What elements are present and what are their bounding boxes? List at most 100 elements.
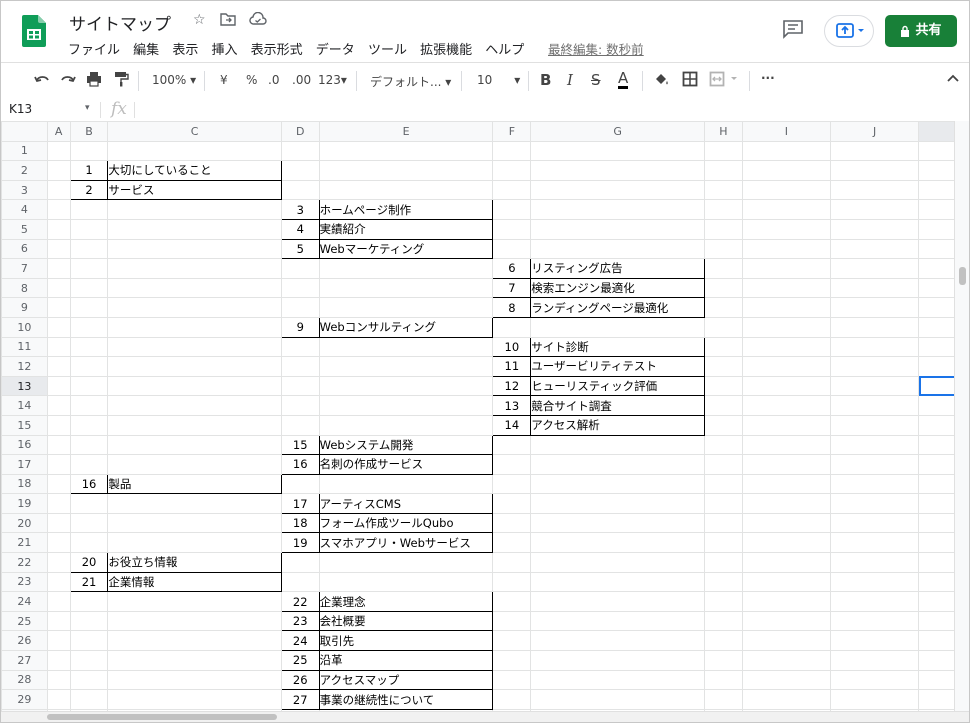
col-header-B[interactable]: B [69,121,109,142]
grid-cell[interactable] [741,218,832,240]
page-name-cell[interactable]: 企業情報 [107,571,282,593]
grid-cell[interactable] [703,610,743,632]
row-header[interactable]: 10 [1,316,48,338]
grid-cell[interactable] [703,336,743,358]
row-header[interactable]: 11 [1,336,48,358]
grid-cell[interactable] [280,473,320,495]
grid-cell[interactable] [492,140,532,162]
grid-cell[interactable] [492,160,532,181]
grid-cell[interactable] [492,316,532,338]
grid-cell[interactable] [280,552,320,573]
page-number-cell[interactable]: 20 [69,552,109,573]
page-name-cell[interactable]: 事業の継続性について [318,689,494,710]
merge-cells-icon[interactable] [709,71,739,91]
present-button[interactable] [824,15,874,47]
grid-cell[interactable] [69,650,109,671]
page-name-cell[interactable]: 会社概要 [318,610,494,632]
grid-cell[interactable] [107,434,282,456]
grid-cell[interactable] [280,297,320,318]
row-header[interactable]: 14 [1,395,48,416]
grid-cell[interactable] [69,199,109,220]
page-name-cell[interactable]: お役立ち情報 [107,552,282,573]
col-header-E[interactable]: E [318,121,494,142]
grid-cell[interactable] [46,571,71,593]
grid-cell[interactable] [741,512,832,534]
grid-cell[interactable] [830,140,920,162]
horizontal-scroll-thumb[interactable] [47,714,277,720]
grid-cell[interactable] [46,532,71,554]
grid-cell[interactable] [741,258,832,279]
grid-cell[interactable] [107,297,282,318]
grid-cell[interactable] [492,434,532,456]
grid-cell[interactable] [830,199,920,220]
grid-cell[interactable] [830,316,920,338]
grid-cell[interactable] [46,512,71,534]
grid-cell[interactable] [69,493,109,514]
grid-cell[interactable] [830,512,920,534]
grid-cell[interactable] [830,669,920,691]
grid-cell[interactable] [69,277,109,299]
grid-cell[interactable] [107,140,282,162]
row-header[interactable]: 8 [1,277,48,299]
vertical-scrollbar[interactable] [954,121,969,711]
grid-cell[interactable] [318,356,494,377]
grid-cell[interactable] [530,512,705,534]
grid-cell[interactable] [703,434,743,456]
page-number-cell[interactable]: 19 [280,532,320,554]
row-header[interactable]: 26 [1,630,48,652]
grid-cell[interactable] [107,356,282,377]
grid-cell[interactable] [830,356,920,377]
grid-cell[interactable] [530,454,705,475]
share-button[interactable]: 共有 [885,15,957,47]
grid-cell[interactable] [107,395,282,416]
menu-extensions[interactable]: 拡張機能 [420,43,472,58]
grid-cell[interactable] [530,552,705,573]
grid-cell[interactable] [107,277,282,299]
col-header-C[interactable]: C [107,121,282,142]
grid-cell[interactable] [830,630,920,652]
page-name-cell[interactable]: サービス [107,179,282,201]
grid-cell[interactable] [830,650,920,671]
page-name-cell[interactable]: Webシステム開発 [318,434,494,456]
grid-cell[interactable] [492,179,532,201]
increase-decimal-button[interactable]: .00 [292,73,311,87]
page-number-cell[interactable]: 11 [492,356,532,377]
grid-cell[interactable] [280,414,320,436]
sheets-logo-icon[interactable] [22,15,46,47]
grid-cell[interactable] [703,650,743,671]
col-header-D[interactable]: D [280,121,320,142]
row-header[interactable]: 6 [1,238,48,260]
grid-cell[interactable] [69,297,109,318]
page-number-cell[interactable]: 22 [280,591,320,612]
grid-cell[interactable] [69,669,109,691]
grid-cell[interactable] [530,179,705,201]
grid-cell[interactable] [741,277,832,299]
grid-cell[interactable] [830,493,920,514]
grid-cell[interactable] [703,356,743,377]
grid-cell[interactable] [280,395,320,416]
row-header[interactable]: 17 [1,454,48,475]
grid-cell[interactable] [46,218,71,240]
row-header[interactable]: 25 [1,610,48,632]
page-name-cell[interactable]: リスティング広告 [530,258,705,279]
grid-cell[interactable] [530,630,705,652]
page-name-cell[interactable]: ホームページ制作 [318,199,494,220]
grid-cell[interactable] [703,532,743,554]
grid-cell[interactable] [107,493,282,514]
bold-icon[interactable]: B [540,71,551,89]
grid-cell[interactable] [107,650,282,671]
grid-cell[interactable] [741,140,832,162]
grid-cell[interactable] [830,258,920,279]
grid-cell[interactable] [107,238,282,260]
grid-cell[interactable] [703,571,743,593]
grid-cell[interactable] [530,218,705,240]
grid-cell[interactable] [318,277,494,299]
cloud-status-icon[interactable] [249,11,267,30]
grid-cell[interactable] [46,689,71,710]
page-number-cell[interactable]: 16 [280,454,320,475]
page-number-cell[interactable]: 1 [69,160,109,181]
grid-cell[interactable] [741,297,832,318]
col-header-A[interactable]: A [46,121,71,142]
grid-cell[interactable] [830,454,920,475]
grid-cell[interactable] [741,434,832,456]
